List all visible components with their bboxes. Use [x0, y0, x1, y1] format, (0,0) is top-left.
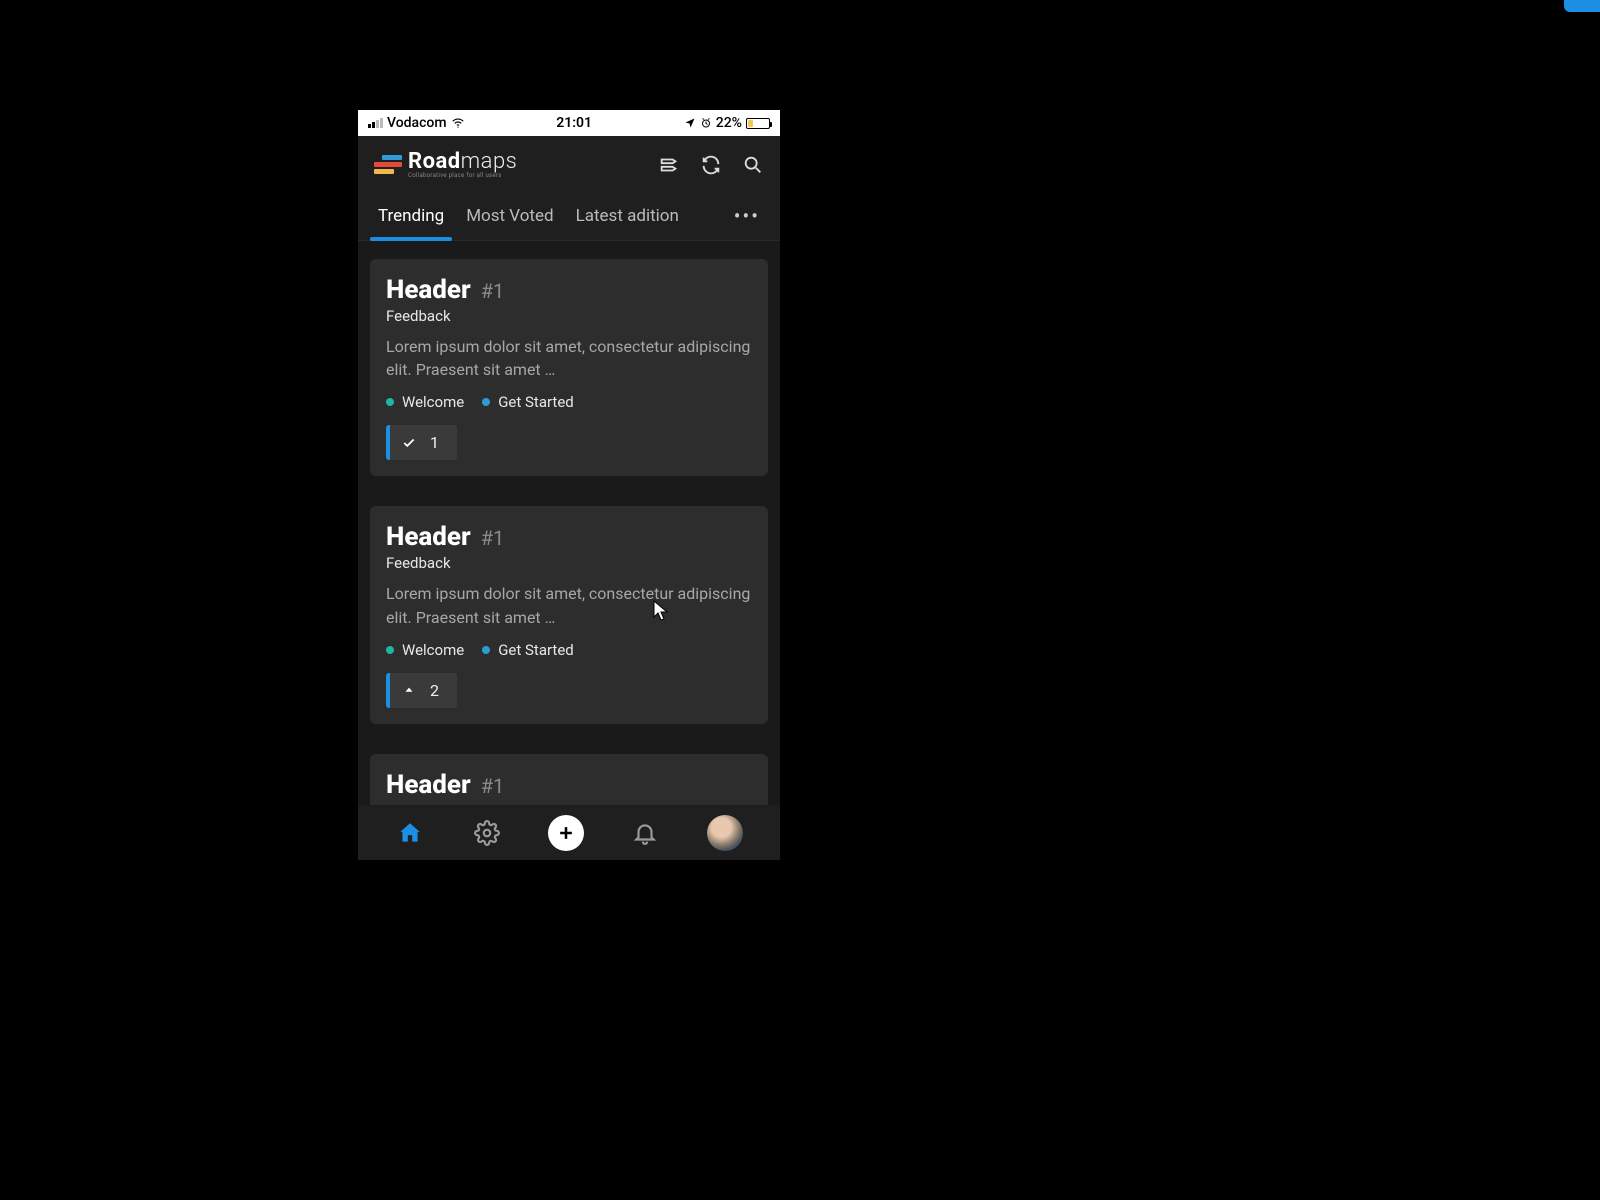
dot-icon	[386, 398, 394, 406]
bottom-nav	[358, 806, 780, 860]
status-right: 22%	[684, 115, 770, 131]
alarm-icon	[700, 117, 712, 129]
card-rank: #1	[481, 279, 505, 303]
plus-icon	[556, 823, 576, 843]
nav-home-button[interactable]	[395, 818, 425, 848]
tag-label: Get Started	[498, 393, 574, 411]
header-actions	[658, 154, 764, 176]
home-icon	[397, 820, 423, 846]
carrier-label: Vodacom	[387, 115, 447, 131]
dot-icon	[386, 646, 394, 654]
tag-label: Welcome	[402, 393, 464, 411]
status-bar: Vodacom 21:01 22%	[358, 110, 780, 136]
corner-accent	[1564, 0, 1600, 12]
gear-icon	[474, 820, 500, 846]
signpost-icon[interactable]	[658, 154, 680, 176]
card-rank: #1	[481, 526, 505, 550]
tag-label: Get Started	[498, 641, 574, 659]
logo-text-light: maps	[461, 149, 518, 174]
vote-button[interactable]: 1	[386, 425, 457, 460]
card-body: Lorem ipsum dolor sit amet, consectetur …	[386, 582, 752, 628]
tab-latest-adition[interactable]: Latest adition	[576, 206, 679, 238]
wifi-icon	[451, 116, 465, 130]
nav-profile-avatar[interactable]	[707, 815, 743, 851]
phone-frame: Vodacom 21:01 22% Roadmaps Collaborative…	[358, 110, 780, 860]
card-tags: Welcome Get Started	[386, 641, 752, 659]
tag-get-started[interactable]: Get Started	[482, 393, 574, 411]
caret-up-icon	[402, 683, 416, 697]
location-icon	[684, 117, 696, 129]
tab-underline	[370, 237, 452, 241]
feed-card[interactable]: Header #1 Feedback Lorem ipsum dolor sit…	[370, 506, 768, 723]
feed-card[interactable]: Header #1 Feedback Lorem ipsum dolor sit…	[370, 259, 768, 476]
vote-count: 1	[430, 433, 439, 452]
tag-welcome[interactable]: Welcome	[386, 393, 464, 411]
logo-text: Roadmaps	[408, 151, 517, 173]
signal-icon	[368, 118, 383, 128]
nav-notifications-button[interactable]	[630, 818, 660, 848]
card-title: Header	[386, 770, 471, 800]
dot-icon	[482, 646, 490, 654]
refresh-icon[interactable]	[700, 154, 722, 176]
tabs-more-icon[interactable]: •••	[734, 204, 760, 240]
card-category: Feedback	[386, 802, 752, 805]
vote-button[interactable]: 2	[386, 673, 457, 708]
logo-tagline: Collaborative place for all users	[408, 172, 517, 179]
logo-text-bold: Road	[408, 149, 461, 174]
feed-card[interactable]: Header #1 Feedback Lorem ipsum dolor sit…	[370, 754, 768, 805]
card-category: Feedback	[386, 307, 752, 325]
card-title: Header	[386, 275, 471, 305]
tag-label: Welcome	[402, 641, 464, 659]
status-left: Vodacom	[368, 115, 465, 131]
card-category: Feedback	[386, 554, 752, 572]
vote-count: 2	[430, 681, 439, 700]
battery-icon	[746, 118, 770, 129]
check-icon	[402, 436, 416, 450]
feed[interactable]: Header #1 Feedback Lorem ipsum dolor sit…	[358, 241, 780, 805]
dot-icon	[482, 398, 490, 406]
nav-add-button[interactable]	[548, 815, 584, 851]
battery-pct: 22%	[716, 115, 742, 131]
tab-most-voted[interactable]: Most Voted	[466, 206, 553, 238]
app-header: Roadmaps Collaborative place for all use…	[358, 136, 780, 194]
tab-trending[interactable]: Trending	[378, 206, 444, 238]
card-rank: #1	[481, 774, 505, 798]
logo[interactable]: Roadmaps Collaborative place for all use…	[374, 151, 517, 179]
tag-welcome[interactable]: Welcome	[386, 641, 464, 659]
nav-settings-button[interactable]	[472, 818, 502, 848]
card-title: Header	[386, 522, 471, 552]
logo-mark-icon	[374, 155, 402, 175]
tabs: Trending Most Voted Latest adition •••	[358, 194, 780, 241]
search-icon[interactable]	[742, 154, 764, 176]
status-time: 21:01	[556, 115, 592, 131]
card-body: Lorem ipsum dolor sit amet, consectetur …	[386, 335, 752, 381]
bell-icon	[632, 820, 658, 846]
card-tags: Welcome Get Started	[386, 393, 752, 411]
tag-get-started[interactable]: Get Started	[482, 641, 574, 659]
